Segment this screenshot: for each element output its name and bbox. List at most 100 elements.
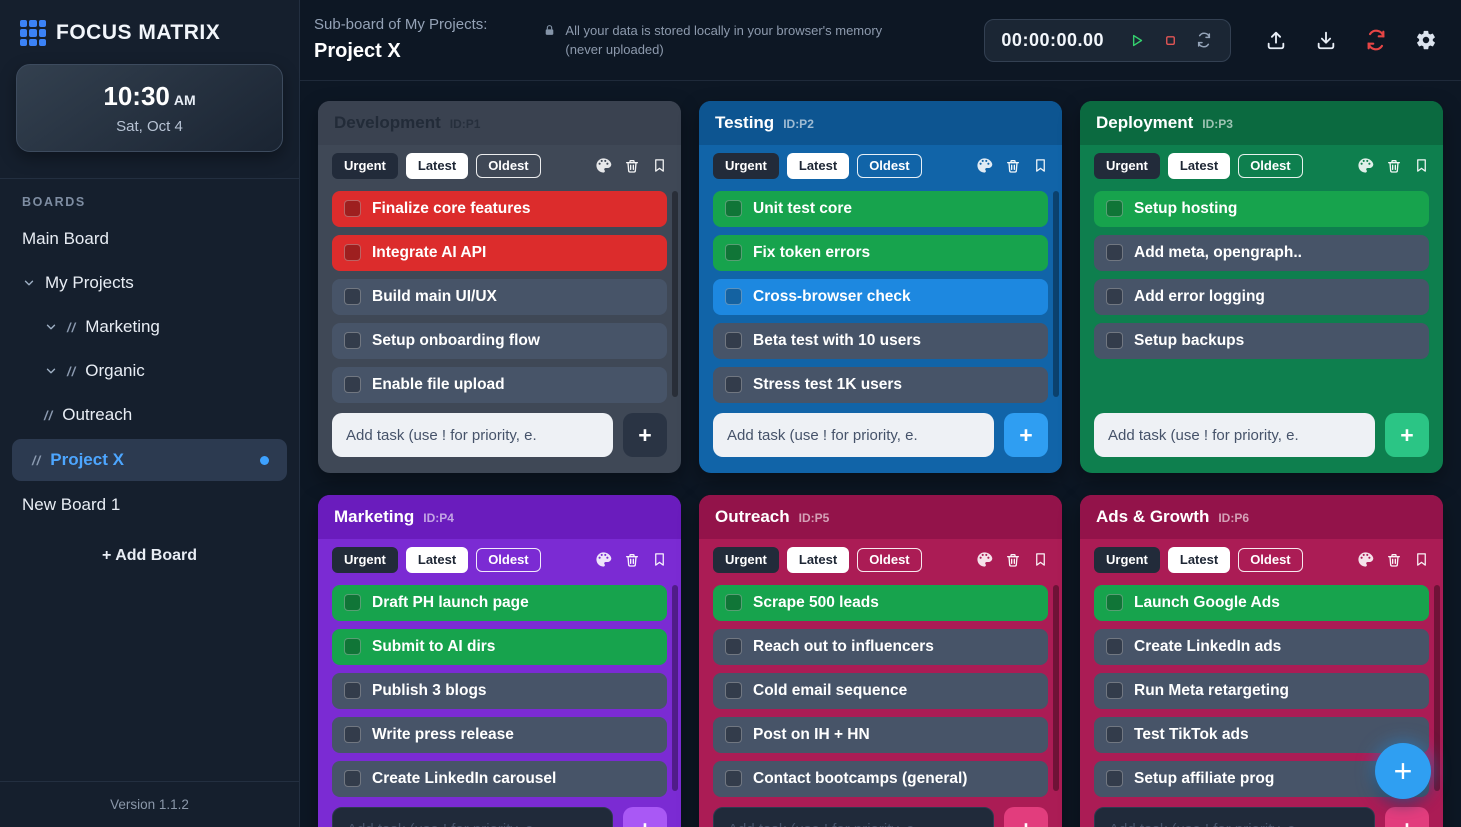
add-task-input[interactable] bbox=[332, 807, 613, 827]
filter-oldest-button[interactable]: Oldest bbox=[857, 548, 921, 573]
sidebar-item-marketing[interactable]: // Marketing bbox=[0, 305, 299, 349]
task-checkbox[interactable] bbox=[344, 376, 361, 393]
scrollbar[interactable] bbox=[1434, 585, 1440, 791]
add-task-input[interactable] bbox=[713, 807, 994, 827]
trash-icon[interactable] bbox=[1005, 552, 1021, 568]
task-item[interactable]: Add error logging bbox=[1094, 279, 1429, 315]
task-checkbox[interactable] bbox=[1106, 770, 1123, 787]
trash-icon[interactable] bbox=[1386, 158, 1402, 174]
task-checkbox[interactable] bbox=[344, 594, 361, 611]
task-item[interactable]: Publish 3 blogs bbox=[332, 673, 667, 709]
add-task-input[interactable] bbox=[1094, 413, 1375, 457]
task-checkbox[interactable] bbox=[725, 376, 742, 393]
filter-oldest-button[interactable]: Oldest bbox=[857, 154, 921, 179]
scrollbar[interactable] bbox=[1053, 585, 1059, 791]
filter-latest-button[interactable]: Latest bbox=[787, 547, 849, 573]
filter-latest-button[interactable]: Latest bbox=[406, 547, 468, 573]
filter-urgent-button[interactable]: Urgent bbox=[1094, 547, 1160, 573]
add-task-button[interactable]: + bbox=[1004, 807, 1048, 827]
task-checkbox[interactable] bbox=[344, 332, 361, 349]
task-item[interactable]: Post on IH + HN bbox=[713, 717, 1048, 753]
palette-icon[interactable] bbox=[595, 157, 612, 174]
add-task-input[interactable] bbox=[1094, 807, 1375, 827]
task-item[interactable]: Reach out to influencers bbox=[713, 629, 1048, 665]
task-item[interactable]: Submit to AI dirs bbox=[332, 629, 667, 665]
palette-icon[interactable] bbox=[976, 551, 993, 568]
task-item[interactable]: Create LinkedIn ads bbox=[1094, 629, 1429, 665]
task-item[interactable]: Contact bootcamps (general) bbox=[713, 761, 1048, 797]
sidebar-item-main-board[interactable]: Main Board bbox=[0, 217, 299, 261]
filter-latest-button[interactable]: Latest bbox=[406, 153, 468, 179]
task-checkbox[interactable] bbox=[725, 332, 742, 349]
task-item[interactable]: Enable file upload bbox=[332, 367, 667, 403]
task-checkbox[interactable] bbox=[344, 244, 361, 261]
add-task-button[interactable]: + bbox=[1385, 807, 1429, 827]
filter-oldest-button[interactable]: Oldest bbox=[1238, 154, 1302, 179]
task-checkbox[interactable] bbox=[1106, 682, 1123, 699]
filter-latest-button[interactable]: Latest bbox=[1168, 547, 1230, 573]
task-checkbox[interactable] bbox=[1106, 594, 1123, 611]
sidebar-item-new-board-1[interactable]: New Board 1 bbox=[0, 483, 299, 527]
add-task-input[interactable] bbox=[332, 413, 613, 457]
sidebar-item-project-x[interactable]: // Project X bbox=[12, 439, 287, 481]
task-checkbox[interactable] bbox=[1106, 332, 1123, 349]
reset-all-icon[interactable] bbox=[1363, 27, 1389, 53]
task-item[interactable]: Integrate AI API bbox=[332, 235, 667, 271]
task-checkbox[interactable] bbox=[725, 244, 742, 261]
task-item[interactable]: Launch Google Ads bbox=[1094, 585, 1429, 621]
task-item[interactable]: Run Meta retargeting bbox=[1094, 673, 1429, 709]
task-item[interactable]: Scrape 500 leads bbox=[713, 585, 1048, 621]
sidebar-item-outreach[interactable]: // Outreach bbox=[0, 393, 299, 437]
bookmark-icon[interactable] bbox=[652, 552, 667, 567]
task-checkbox[interactable] bbox=[1106, 726, 1123, 743]
task-checkbox[interactable] bbox=[725, 638, 742, 655]
add-task-input[interactable] bbox=[713, 413, 994, 457]
bookmark-icon[interactable] bbox=[1414, 552, 1429, 567]
scrollbar[interactable] bbox=[672, 585, 678, 791]
chevron-down-icon[interactable] bbox=[44, 364, 58, 378]
timer-reset-button[interactable] bbox=[1194, 30, 1214, 50]
task-checkbox[interactable] bbox=[1106, 244, 1123, 261]
task-checkbox[interactable] bbox=[725, 726, 742, 743]
task-checkbox[interactable] bbox=[725, 594, 742, 611]
task-item[interactable]: Setup backups bbox=[1094, 323, 1429, 359]
palette-icon[interactable] bbox=[595, 551, 612, 568]
filter-oldest-button[interactable]: Oldest bbox=[476, 548, 540, 573]
filter-urgent-button[interactable]: Urgent bbox=[713, 153, 779, 179]
task-item[interactable]: Add meta, opengraph.. bbox=[1094, 235, 1429, 271]
task-checkbox[interactable] bbox=[1106, 288, 1123, 305]
filter-urgent-button[interactable]: Urgent bbox=[332, 547, 398, 573]
task-checkbox[interactable] bbox=[725, 200, 742, 217]
trash-icon[interactable] bbox=[624, 552, 640, 568]
task-item[interactable]: Fix token errors bbox=[713, 235, 1048, 271]
add-task-button[interactable]: + bbox=[623, 807, 667, 827]
palette-icon[interactable] bbox=[1357, 157, 1374, 174]
task-item[interactable]: Cold email sequence bbox=[713, 673, 1048, 709]
upload-icon[interactable] bbox=[1263, 27, 1289, 53]
filter-oldest-button[interactable]: Oldest bbox=[476, 154, 540, 179]
task-checkbox[interactable] bbox=[725, 288, 742, 305]
add-task-button[interactable]: + bbox=[623, 413, 667, 457]
timer-stop-button[interactable] bbox=[1161, 31, 1180, 50]
task-checkbox[interactable] bbox=[344, 682, 361, 699]
scrollbar[interactable] bbox=[1053, 191, 1059, 397]
task-checkbox[interactable] bbox=[1106, 638, 1123, 655]
add-task-button[interactable]: + bbox=[1004, 413, 1048, 457]
add-board-button[interactable]: + Add Board bbox=[0, 533, 299, 579]
task-item[interactable]: Setup onboarding flow bbox=[332, 323, 667, 359]
settings-gear-icon[interactable] bbox=[1413, 27, 1439, 53]
task-item[interactable]: Beta test with 10 users bbox=[713, 323, 1048, 359]
task-item[interactable]: Cross-browser check bbox=[713, 279, 1048, 315]
trash-icon[interactable] bbox=[1005, 158, 1021, 174]
bookmark-icon[interactable] bbox=[652, 158, 667, 173]
palette-icon[interactable] bbox=[976, 157, 993, 174]
filter-urgent-button[interactable]: Urgent bbox=[713, 547, 779, 573]
filter-oldest-button[interactable]: Oldest bbox=[1238, 548, 1302, 573]
download-icon[interactable] bbox=[1313, 27, 1339, 53]
task-item[interactable]: Setup hosting bbox=[1094, 191, 1429, 227]
filter-latest-button[interactable]: Latest bbox=[787, 153, 849, 179]
task-item[interactable]: Write press release bbox=[332, 717, 667, 753]
trash-icon[interactable] bbox=[624, 158, 640, 174]
task-item[interactable]: Unit test core bbox=[713, 191, 1048, 227]
sidebar-item-my-projects[interactable]: My Projects bbox=[0, 261, 299, 305]
